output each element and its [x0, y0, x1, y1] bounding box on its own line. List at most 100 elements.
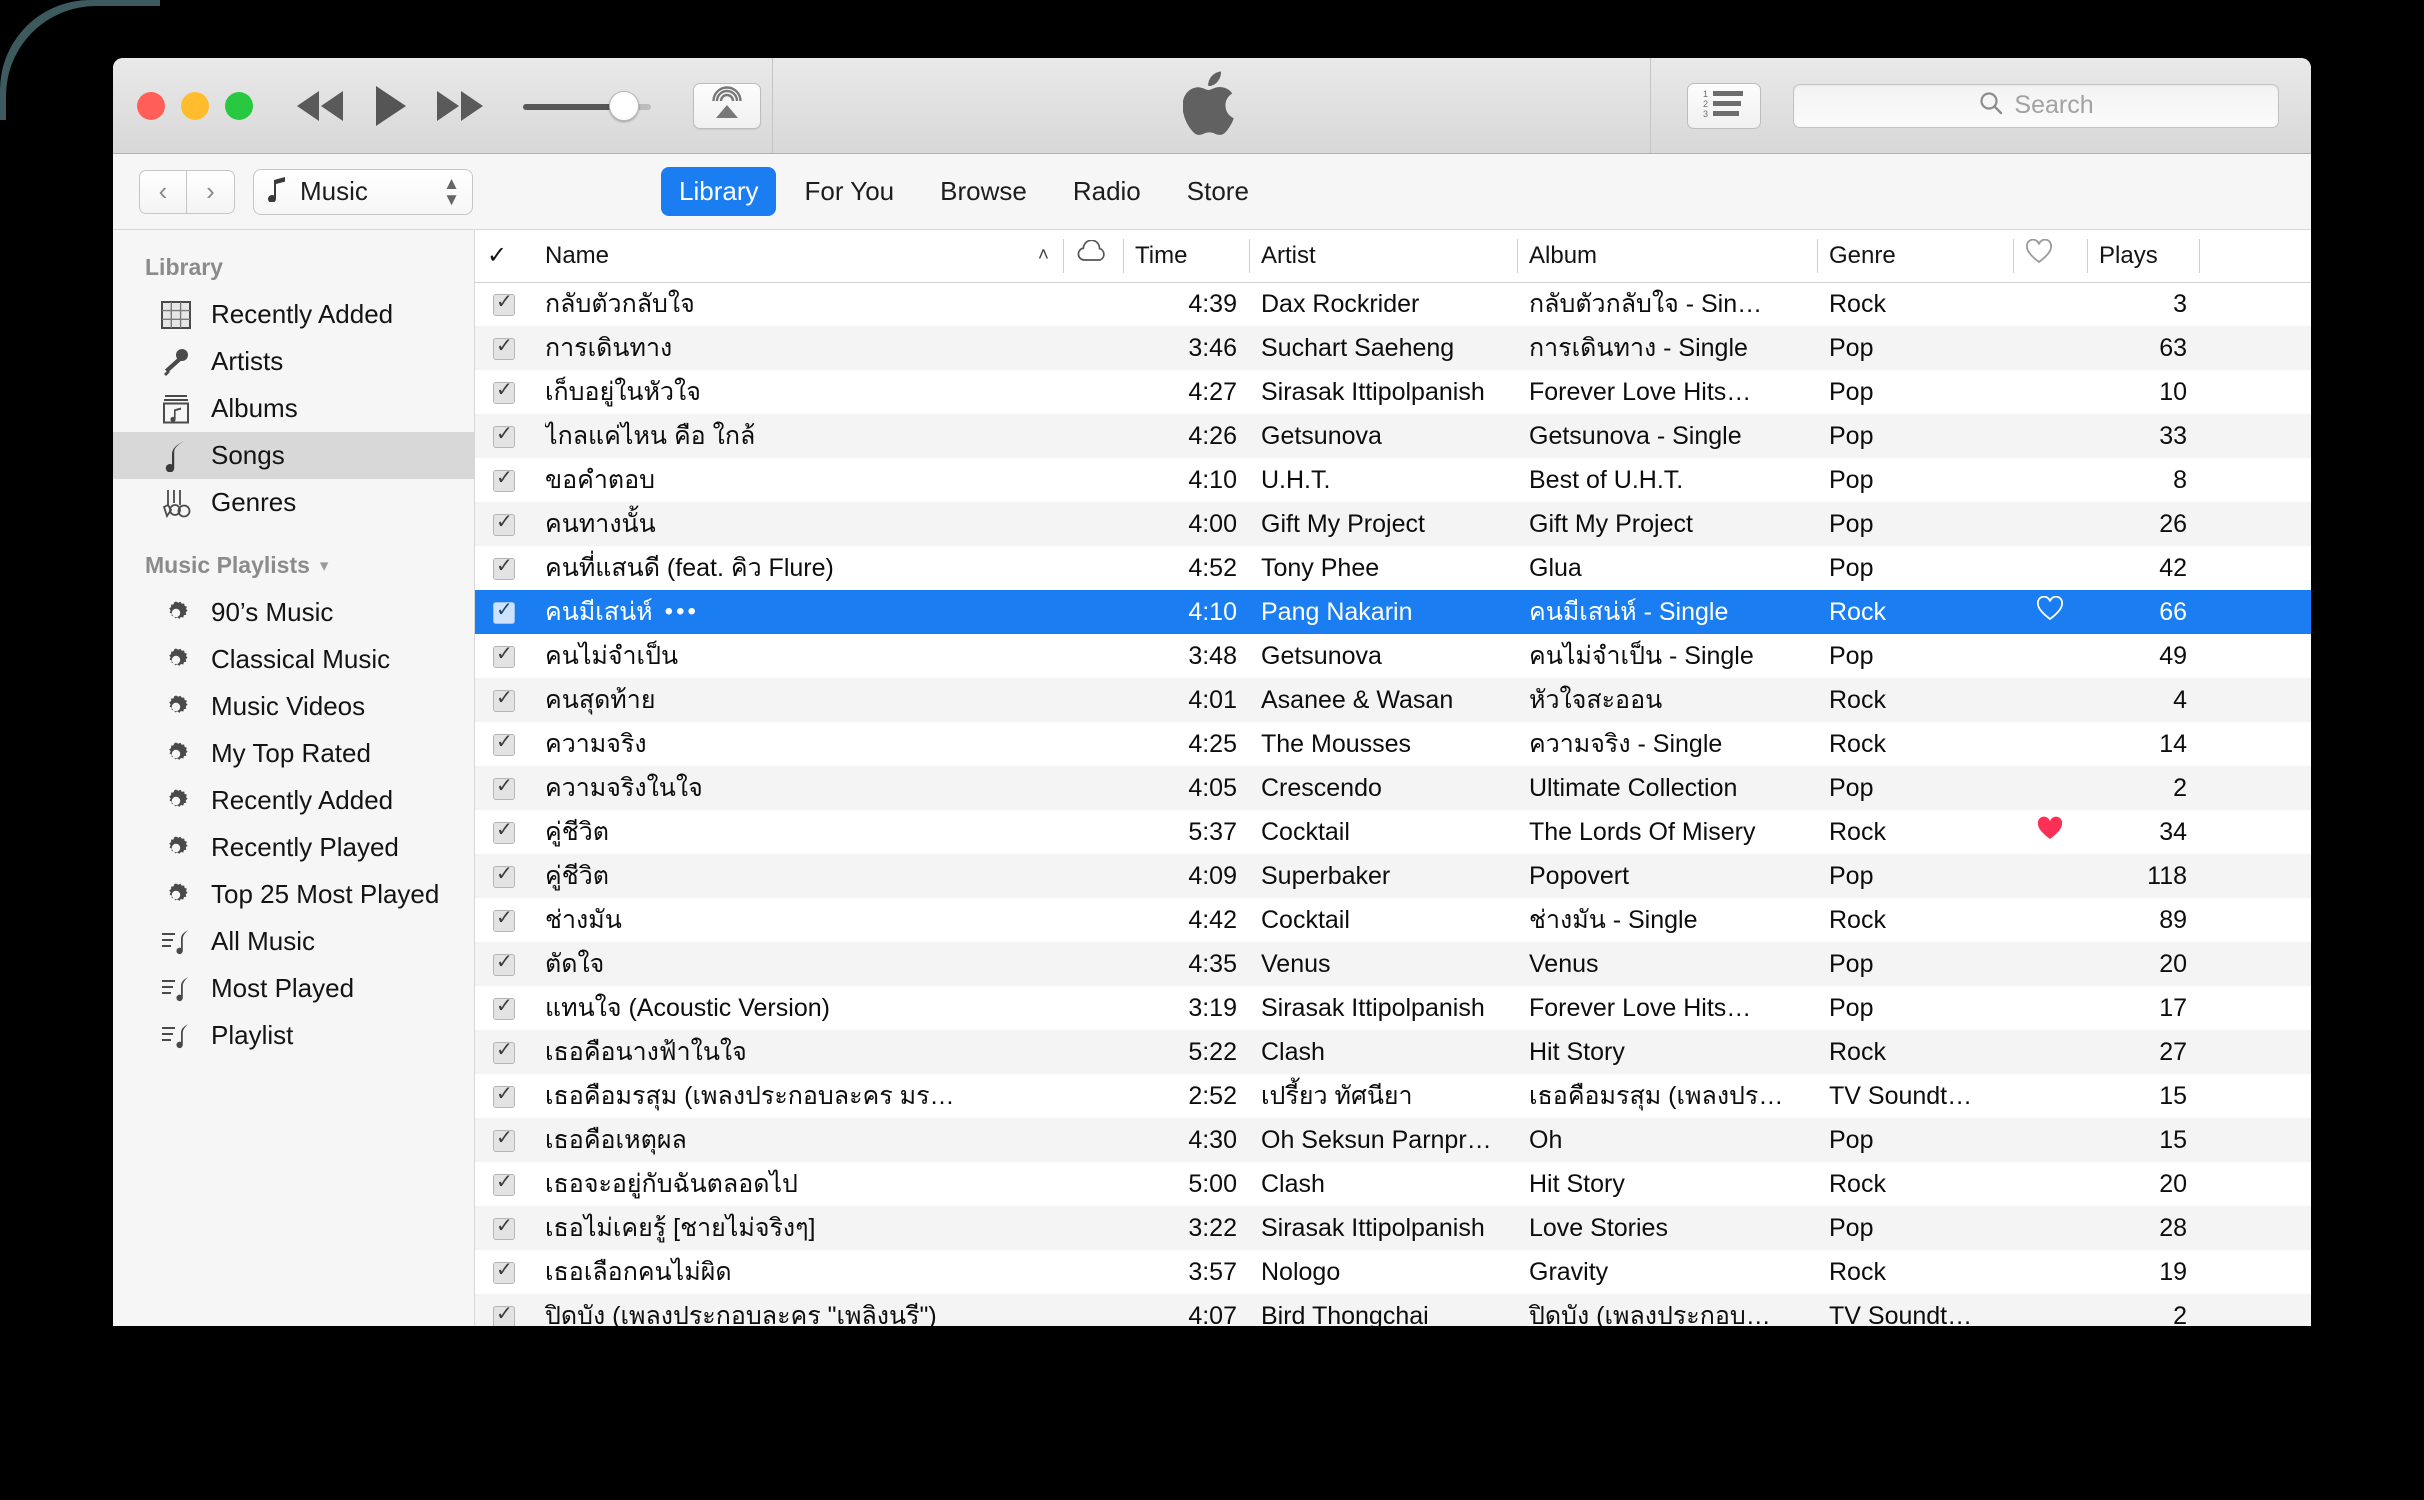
table-row[interactable]: เธอคือนางฟ้าในใจ 5:22 Clash Hit Story Rock 27: [475, 1030, 2311, 1074]
sidebar-item-90s-music[interactable]: 90’s Music: [113, 589, 474, 636]
checkbox-icon[interactable]: [493, 817, 515, 844]
play-icon[interactable]: [373, 84, 407, 128]
row-checkbox[interactable]: [475, 1118, 533, 1162]
sidebar-item-songs[interactable]: Songs: [113, 432, 474, 479]
sidebar-item-top-25-most-played[interactable]: Top 25 Most Played: [113, 871, 474, 918]
row-love[interactable]: [2013, 854, 2087, 898]
row-love[interactable]: [2013, 1206, 2087, 1250]
back-button[interactable]: ‹: [139, 169, 187, 214]
checkbox-icon[interactable]: [493, 949, 515, 976]
checkbox-icon[interactable]: [493, 1301, 515, 1326]
table-row[interactable]: คนที่แสนดี (feat. คิว Flure) 4:52 Tony Phe…: [475, 546, 2311, 590]
sidebar-item-genres[interactable]: Genres: [113, 479, 474, 526]
table-row[interactable]: เธอเลือกคนไม่ผิด 3:57 Nologo Gravity Rock 19: [475, 1250, 2311, 1294]
love-icon-filled[interactable]: [2036, 816, 2064, 848]
row-love[interactable]: [2013, 282, 2087, 326]
row-checkbox[interactable]: [475, 414, 533, 458]
table-row[interactable]: คนทางนั้น 4:00 Gift My Project Gift My Proj…: [475, 502, 2311, 546]
sidebar-item-all-music[interactable]: All Music: [113, 918, 474, 965]
checkbox-icon[interactable]: [493, 1037, 515, 1064]
column-header-plays[interactable]: Plays: [2087, 230, 2199, 283]
sidebar-section-music-playlists[interactable]: Music Playlists ▾: [113, 526, 474, 589]
row-love[interactable]: [2013, 1250, 2087, 1294]
row-checkbox[interactable]: [475, 722, 533, 766]
checkbox-icon[interactable]: [493, 289, 515, 317]
checkbox-icon[interactable]: [493, 729, 515, 756]
sidebar-item-albums[interactable]: Albums: [113, 385, 474, 432]
row-checkbox[interactable]: [475, 1074, 533, 1118]
checkbox-icon[interactable]: [493, 553, 515, 580]
tab-radio[interactable]: Radio: [1055, 167, 1159, 216]
checkbox-icon[interactable]: [493, 1125, 515, 1152]
row-checkbox[interactable]: [475, 502, 533, 546]
sidebar-item-recently-played[interactable]: Recently Played: [113, 824, 474, 871]
row-checkbox[interactable]: [475, 942, 533, 986]
table-row[interactable]: ช่างมัน 4:42 Cocktail ช่างมัน - Single Rock 8…: [475, 898, 2311, 942]
list-view-button[interactable]: 1 2 3: [1687, 82, 1761, 129]
column-header-name[interactable]: Name ˄: [533, 230, 1063, 283]
table-row[interactable]: ไกลแค่ไหน คือ ใกล้ 4:26 Getsunova Getsunova…: [475, 414, 2311, 458]
checkbox-icon[interactable]: [493, 861, 515, 888]
table-row[interactable]: ขอคำตอบ 4:10 U.H.T. Best of U.H.T. Pop 8: [475, 458, 2311, 502]
table-row[interactable]: เธอไม่เคยรู้ [ชายไม่จริงๆ] 3:22 Sirasak It…: [475, 1206, 2311, 1250]
checkbox-icon[interactable]: [493, 1257, 515, 1284]
row-checkbox[interactable]: [475, 1250, 533, 1294]
row-love[interactable]: [2013, 766, 2087, 810]
table-row[interactable]: การเดินทาง 3:46 Suchart Saeheng การเดินทาง …: [475, 326, 2311, 370]
row-love[interactable]: [2013, 458, 2087, 502]
row-checkbox[interactable]: [475, 898, 533, 942]
table-row[interactable]: ความจริงในใจ 4:05 Crescendo Ultimate Collec…: [475, 766, 2311, 810]
table-row[interactable]: ตัดใจ 4:35 Venus Venus Pop 20: [475, 942, 2311, 986]
volume-slider[interactable]: [523, 90, 651, 121]
checkbox-icon[interactable]: [493, 597, 515, 624]
row-checkbox[interactable]: [475, 986, 533, 1030]
checkbox-icon[interactable]: [493, 509, 515, 536]
table-row[interactable]: เธอคือเหตุผล 4:30 Oh Seksun Parnpr… Oh Pop 15: [475, 1118, 2311, 1162]
row-love[interactable]: [2013, 546, 2087, 590]
row-love[interactable]: [2013, 590, 2087, 634]
sidebar-item-recently-added-playlist[interactable]: Recently Added: [113, 777, 474, 824]
column-header-love[interactable]: [2013, 230, 2087, 283]
row-checkbox[interactable]: [475, 326, 533, 370]
love-icon-outline[interactable]: [2036, 595, 2064, 628]
checkbox-icon[interactable]: [493, 773, 515, 800]
row-checkbox[interactable]: [475, 1030, 533, 1074]
sidebar-item-most-played[interactable]: Most Played: [113, 965, 474, 1012]
column-header-genre[interactable]: Genre: [1817, 230, 2013, 283]
table-row[interactable]: คนไม่จำเป็น 3:48 Getsunova คนไม่จำเป็น - Si…: [475, 634, 2311, 678]
row-love[interactable]: [2013, 414, 2087, 458]
table-row[interactable]: เธอคือมรสุม (เพลงประกอบละคร มร… 2:52 เปรี้…: [475, 1074, 2311, 1118]
sidebar-item-artists[interactable]: Artists: [113, 338, 474, 385]
sidebar-item-playlist[interactable]: Playlist: [113, 1012, 474, 1059]
column-header-album[interactable]: Album: [1517, 230, 1817, 283]
row-love[interactable]: [2013, 678, 2087, 722]
checkbox-icon[interactable]: [493, 465, 515, 492]
row-love[interactable]: [2013, 1162, 2087, 1206]
tab-library[interactable]: Library: [661, 167, 777, 216]
row-checkbox[interactable]: [475, 854, 533, 898]
row-love[interactable]: [2013, 1118, 2087, 1162]
row-checkbox[interactable]: [475, 1206, 533, 1250]
checkbox-icon[interactable]: [493, 905, 515, 932]
media-source-dropdown[interactable]: Music ▲ ▼: [253, 168, 473, 215]
row-love[interactable]: [2013, 634, 2087, 678]
volume-knob[interactable]: [609, 90, 639, 121]
row-love[interactable]: [2013, 326, 2087, 370]
table-row[interactable]: แทนใจ (Acoustic Version) 3:19 Sirasak Itti…: [475, 986, 2311, 1030]
row-checkbox[interactable]: [475, 590, 533, 634]
sidebar-item-classical-music[interactable]: Classical Music: [113, 636, 474, 683]
tab-browse[interactable]: Browse: [922, 167, 1045, 216]
row-love[interactable]: [2013, 942, 2087, 986]
minimize-window-button[interactable]: [181, 91, 209, 120]
tab-for-you[interactable]: For You: [786, 167, 912, 216]
table-row[interactable]: เก็บอยู่ในหัวใจ 4:27 Sirasak Ittipolpanish…: [475, 370, 2311, 414]
row-love[interactable]: [2013, 810, 2087, 854]
sidebar-item-my-top-rated[interactable]: My Top Rated: [113, 730, 474, 777]
table-row[interactable]: คนมีเสน่ห์ ••• 4:10 Pang Nakarin คนมีเสน่ห์ …: [475, 590, 2311, 634]
row-checkbox[interactable]: [475, 370, 533, 414]
checkbox-icon[interactable]: [493, 685, 515, 712]
search-input[interactable]: Search: [1793, 83, 2279, 128]
checkbox-icon[interactable]: [493, 1213, 515, 1240]
row-love[interactable]: [2013, 898, 2087, 942]
sidebar-item-music-videos[interactable]: Music Videos: [113, 683, 474, 730]
